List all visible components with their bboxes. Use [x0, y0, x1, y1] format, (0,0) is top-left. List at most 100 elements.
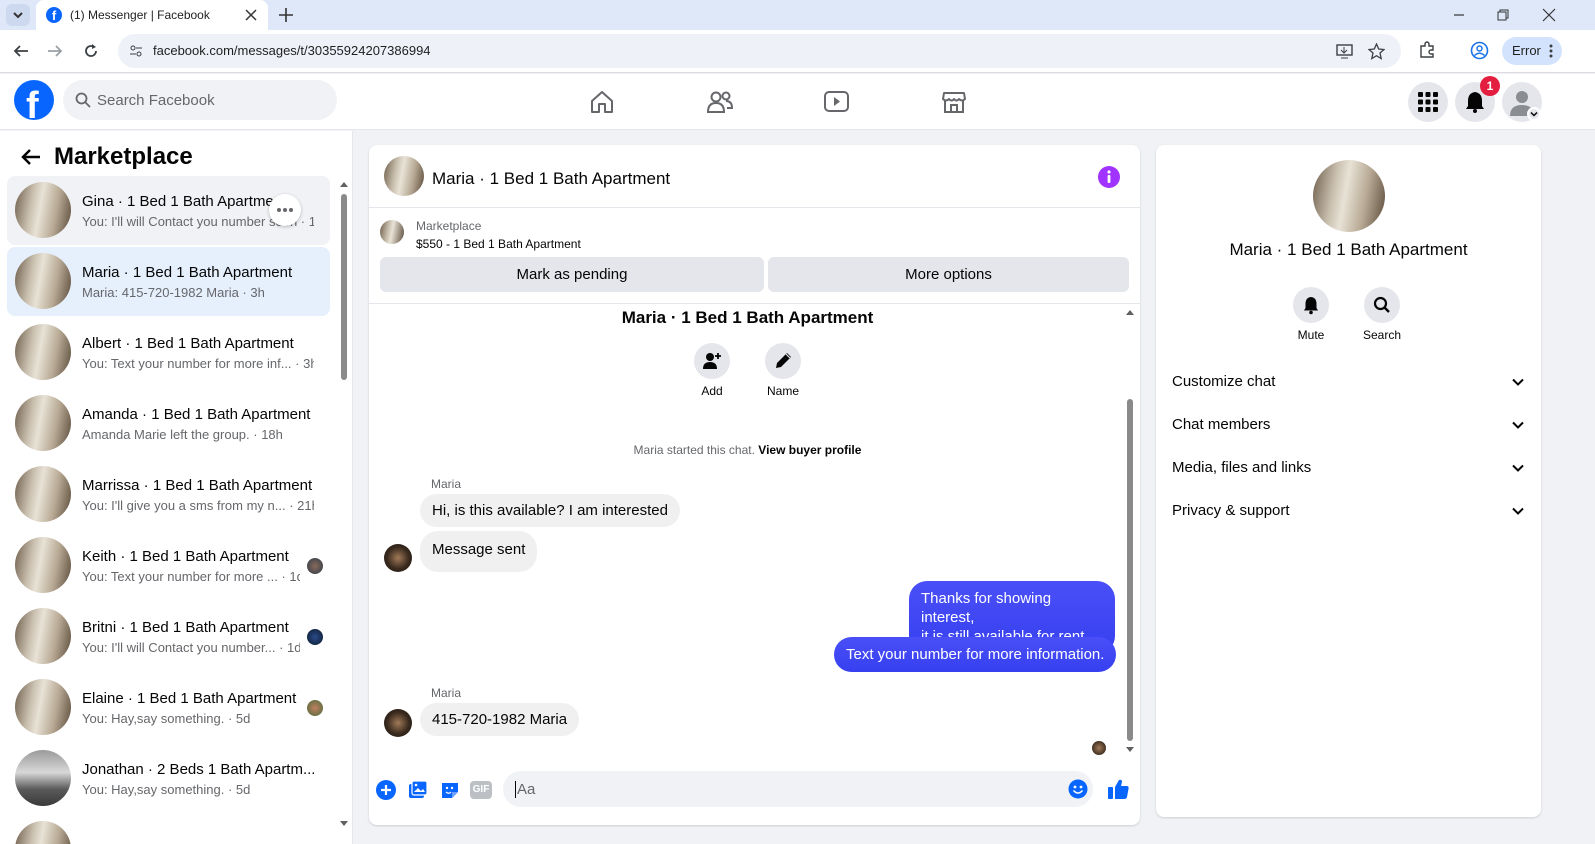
search-input[interactable]: Search Facebook — [97, 92, 215, 109]
restore-icon[interactable] — [1496, 8, 1510, 22]
conversation-item[interactable]: Gina · 1 Bed 1 Bath Apartment You: I'll … — [7, 176, 330, 245]
browser-tab[interactable]: f (1) Messenger | Facebook — [36, 0, 268, 30]
outgoing-message-line: Thanks for showing interest, — [921, 590, 1052, 626]
conversation-item[interactable]: Jonathan · 2 Beds 1 Bath Apartm... You: … — [7, 744, 330, 813]
conversation-item[interactable]: Maria · 1 Bed 1 Bath Apartment Maria: 41… — [7, 247, 330, 316]
search-box[interactable]: Search Facebook — [63, 80, 337, 120]
install-app-icon[interactable] — [1336, 43, 1353, 60]
chat-header-avatar[interactable] — [384, 156, 424, 196]
scroll-up-arrow-icon[interactable] — [340, 181, 348, 187]
back-icon[interactable] — [12, 42, 30, 60]
bell-icon — [1304, 297, 1318, 315]
attach-photo-icon[interactable] — [408, 780, 428, 800]
chat-members-section[interactable]: Chat members — [1172, 406, 1525, 446]
forward-icon[interactable] — [46, 42, 64, 60]
chat-started-notice: Maria started this chat. View buyer prof… — [369, 443, 1126, 457]
conversation-info-button[interactable] — [1098, 166, 1120, 188]
thread-scrollbar[interactable] — [1124, 305, 1136, 757]
site-settings-icon[interactable] — [128, 43, 144, 59]
profile-photo[interactable] — [1313, 160, 1385, 232]
customize-chat-section[interactable]: Customize chat — [1172, 363, 1525, 403]
mute-button[interactable] — [1293, 287, 1329, 323]
conversation-item[interactable]: Keith · 1 Bed 1 Bath Apartment You: Text… — [7, 531, 330, 600]
reload-icon[interactable] — [82, 42, 100, 60]
search-icon — [1373, 296, 1390, 313]
scroll-down-arrow-icon[interactable] — [340, 821, 348, 827]
tab-search-button[interactable] — [6, 4, 30, 26]
kebab-menu-icon[interactable] — [1548, 43, 1554, 59]
home-icon[interactable] — [589, 89, 615, 115]
conversation-options-button[interactable] — [269, 194, 301, 226]
profile-error-button[interactable]: Error — [1502, 37, 1562, 65]
thumbs-up-icon[interactable] — [1107, 778, 1130, 800]
back-arrow-icon[interactable] — [20, 148, 42, 166]
listing-thumbnail[interactable] — [380, 220, 404, 244]
incoming-message[interactable]: Message sent — [420, 531, 538, 572]
outgoing-message[interactable]: Text your number for more information. — [834, 637, 1117, 672]
conversation-snippet: Maria: 415-720-1982 Maria · 3h — [82, 285, 265, 300]
sticker-icon[interactable] — [440, 780, 460, 800]
scrollbar-thumb[interactable] — [341, 194, 347, 380]
facebook-logo[interactable]: f — [14, 80, 54, 120]
close-tab-icon[interactable] — [244, 8, 258, 22]
url-text[interactable]: facebook.com/messages/t/3035592420738699… — [153, 43, 431, 58]
scrollbar-thumb[interactable] — [1127, 399, 1133, 741]
close-window-icon[interactable] — [1542, 8, 1556, 22]
chat-panel: Maria · 1 Bed 1 Bath Apartment Marketpla… — [369, 145, 1140, 825]
account-chevron-icon[interactable] — [1527, 107, 1541, 121]
listing-source: Marketplace — [416, 219, 482, 233]
conversation-item[interactable]: Elaine · 1 Bed 1 Bath Apartment You: Hay… — [7, 673, 330, 742]
address-bar[interactable]: facebook.com/messages/t/3035592420738699… — [118, 34, 1401, 68]
conversation-name: Amanda · 1 Bed 1 Bath Apartment — [82, 406, 311, 423]
minimize-icon[interactable] — [1452, 8, 1466, 22]
watch-video-icon[interactable] — [823, 90, 850, 114]
profile-icon[interactable] — [1470, 41, 1489, 60]
chevron-down-icon — [1512, 421, 1524, 429]
menu-grid-button[interactable] — [1408, 82, 1448, 122]
message-sender-name: Maria — [431, 686, 462, 700]
emoji-icon[interactable] — [1068, 779, 1088, 799]
conversation-item[interactable]: Britni · 1 Bed 1 Bath Apartment You: I'l… — [7, 602, 330, 671]
conversation-item[interactable]: Albert · 1 Bed 1 Bath Apartment You: Tex… — [7, 318, 330, 387]
section-label: Chat members — [1172, 416, 1271, 433]
message-input[interactable]: Aa — [503, 771, 1093, 807]
extensions-icon[interactable] — [1418, 41, 1436, 59]
conversation-list-scrollbar[interactable] — [338, 181, 350, 844]
mark-as-pending-button[interactable]: Mark as pending — [380, 257, 764, 292]
conversation-item[interactable]: Amanda · 1 Bed 1 Bath Apartment Amanda M… — [7, 389, 330, 458]
friends-icon[interactable] — [706, 89, 734, 115]
listing-avatar — [15, 679, 71, 735]
chat-header: Maria · 1 Bed 1 Bath Apartment — [369, 145, 1140, 208]
conversation-snippet: You: I'll give you a sms from my n... · … — [82, 498, 314, 513]
search-in-conversation-button[interactable] — [1364, 287, 1400, 323]
browser-toolbar: facebook.com/messages/t/3035592420738699… — [0, 30, 1595, 73]
search-label: Search — [1362, 328, 1402, 342]
marketplace-icon[interactable] — [941, 89, 967, 115]
gif-button[interactable]: GIF — [470, 781, 492, 799]
section-label: Media, files and links — [1172, 459, 1312, 476]
message-thread: Maria · 1 Bed 1 Bath Apartment Add Name … — [369, 305, 1140, 763]
message-sender-name: Maria — [431, 477, 462, 491]
scroll-down-arrow-icon[interactable] — [1126, 747, 1134, 753]
more-actions-button[interactable] — [376, 780, 396, 800]
privacy-support-section[interactable]: Privacy & support — [1172, 492, 1525, 532]
conversation-item[interactable]: Marrissa · 1 Bed 1 Bath Apartment You: I… — [7, 460, 330, 529]
view-buyer-profile-link[interactable]: View buyer profile — [758, 443, 861, 457]
sender-avatar[interactable] — [384, 709, 412, 737]
chat-header-title[interactable]: Maria · 1 Bed 1 Bath Apartment — [432, 169, 670, 189]
sender-avatar[interactable] — [384, 544, 412, 572]
name-chat-button[interactable] — [765, 343, 801, 379]
scroll-up-arrow-icon[interactable] — [1126, 309, 1134, 315]
listing-title[interactable]: $550 - 1 Bed 1 Bath Apartment — [416, 237, 581, 251]
chevron-down-icon — [1512, 378, 1524, 386]
incoming-message[interactable]: Hi, is this available? I am interested — [420, 494, 680, 527]
bookmark-star-icon[interactable] — [1368, 43, 1385, 60]
media-files-links-section[interactable]: Media, files and links — [1172, 449, 1525, 489]
facebook-top-nav: f Search Facebook 1 — [0, 74, 1595, 130]
new-tab-icon[interactable] — [278, 7, 294, 23]
more-options-button[interactable]: More options — [768, 257, 1129, 292]
incoming-message[interactable]: 415-720-1982 Maria — [420, 703, 580, 736]
conversation-item[interactable] — [7, 815, 330, 844]
add-people-button[interactable] — [694, 343, 730, 379]
browser-tab-bar: f (1) Messenger | Facebook — [0, 0, 1595, 30]
